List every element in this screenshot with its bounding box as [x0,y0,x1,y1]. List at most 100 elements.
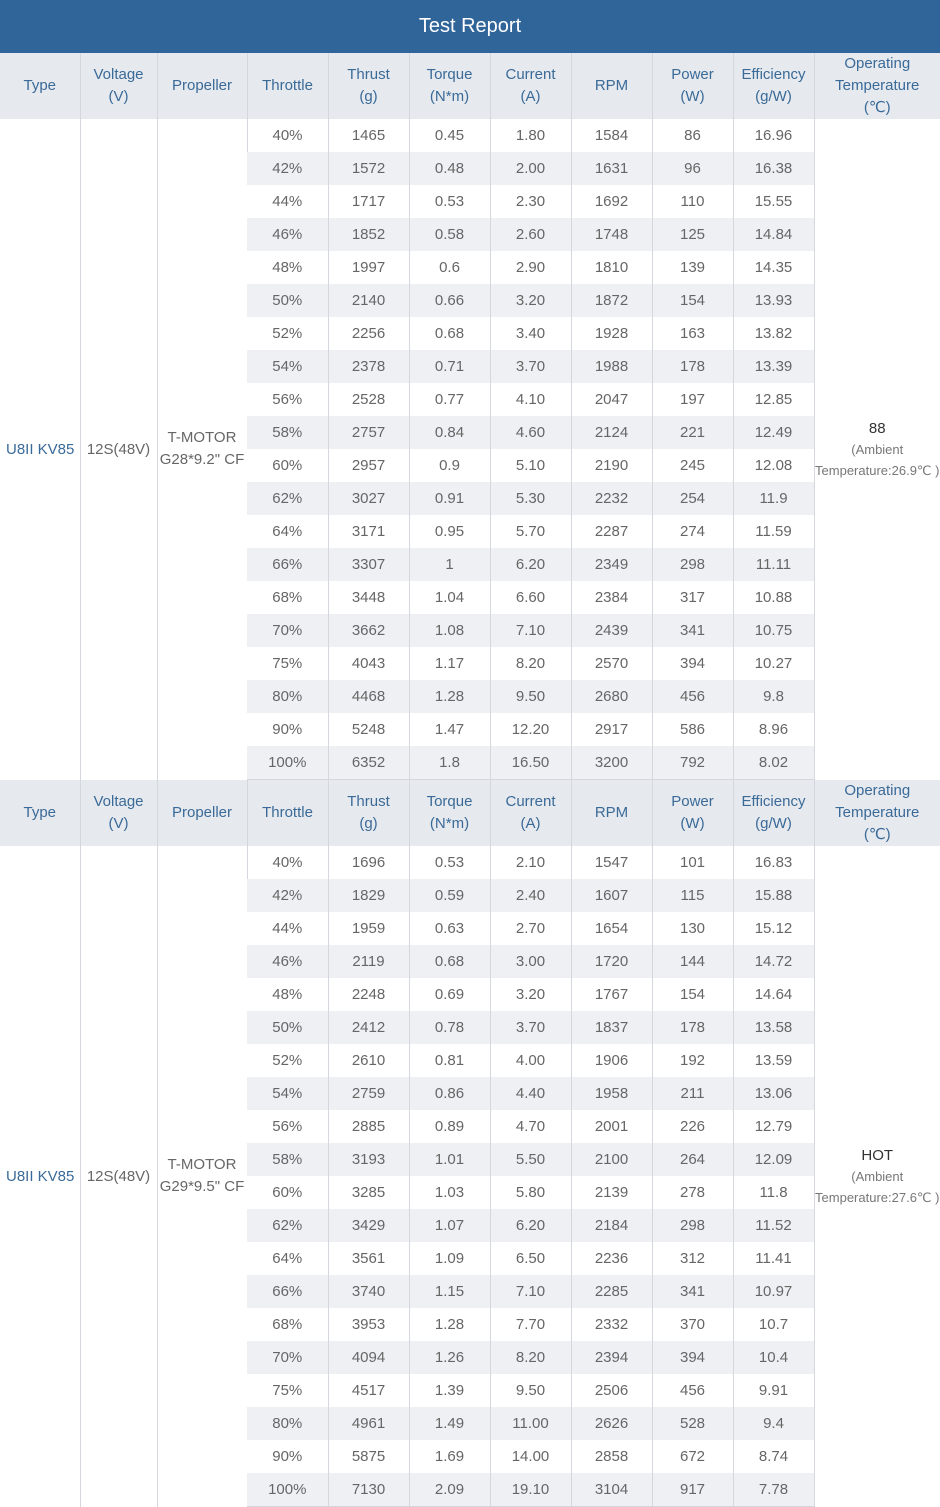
current-cell: 5.10 [490,449,571,482]
throttle-cell: 66% [247,548,328,581]
efficiency-cell: 12.08 [733,449,814,482]
current-cell: 19.10 [490,1473,571,1507]
rpm-cell: 2626 [571,1407,652,1440]
rpm-cell: 1631 [571,152,652,185]
thrust-cell: 4961 [328,1407,409,1440]
current-cell: 4.40 [490,1077,571,1110]
efficiency-cell: 11.8 [733,1176,814,1209]
rpm-cell: 2287 [571,515,652,548]
torque-cell: 1 [409,548,490,581]
torque-cell: 0.53 [409,846,490,879]
torque-cell: 1.47 [409,713,490,746]
motor-type: U8II KV85 [0,119,80,780]
torque-cell: 1.69 [409,1440,490,1473]
thrust-cell: 2610 [328,1044,409,1077]
thrust-cell: 1717 [328,185,409,218]
current-cell: 9.50 [490,680,571,713]
rpm-cell: 2680 [571,680,652,713]
thrust-cell: 3027 [328,482,409,515]
thrust-cell: 3429 [328,1209,409,1242]
power-cell: 341 [652,614,733,647]
power-cell: 917 [652,1473,733,1507]
torque-cell: 1.17 [409,647,490,680]
efficiency-cell: 7.78 [733,1473,814,1507]
efficiency-cell: 15.12 [733,912,814,945]
rpm-cell: 1988 [571,350,652,383]
throttle-cell: 62% [247,482,328,515]
rpm-cell: 2236 [571,1242,652,1275]
thrust-cell: 2759 [328,1077,409,1110]
operating-temperature: 88(Ambient Temperature:26.9℃ ) [814,119,940,780]
efficiency-cell: 8.96 [733,713,814,746]
torque-cell: 0.84 [409,416,490,449]
test-table-1: TypeVoltage(V)PropellerThrottleThrust(g)… [0,53,940,780]
power-cell: 298 [652,548,733,581]
efficiency-cell: 10.27 [733,647,814,680]
thrust-cell: 3307 [328,548,409,581]
rpm-cell: 1958 [571,1077,652,1110]
throttle-cell: 64% [247,515,328,548]
thrust-cell: 2248 [328,978,409,1011]
header-efficiency: Efficiency(g/W) [733,780,814,846]
power-cell: 274 [652,515,733,548]
power-cell: 370 [652,1308,733,1341]
current-cell: 3.00 [490,945,571,978]
table-row: U8II KV8512S(48V)T-MOTOR G28*9.2" CF40%1… [0,119,940,152]
ambient-temperature: (Ambient Temperature:27.6℃ ) [815,1166,940,1208]
thrust-cell: 3193 [328,1143,409,1176]
header-torque: Torque(N*m) [409,780,490,846]
thrust-cell: 1829 [328,879,409,912]
rpm-cell: 1767 [571,978,652,1011]
efficiency-cell: 8.02 [733,746,814,780]
rpm-cell: 2394 [571,1341,652,1374]
current-cell: 6.20 [490,548,571,581]
torque-cell: 0.69 [409,978,490,1011]
power-cell: 456 [652,680,733,713]
efficiency-cell: 16.83 [733,846,814,879]
throttle-cell: 75% [247,1374,328,1407]
torque-cell: 1.26 [409,1341,490,1374]
header-thrust: Thrust(g) [328,780,409,846]
thrust-cell: 3953 [328,1308,409,1341]
efficiency-cell: 15.88 [733,879,814,912]
header-rpm: RPM [571,780,652,846]
torque-cell: 0.58 [409,218,490,251]
operating-temperature: HOT(Ambient Temperature:27.6℃ ) [814,846,940,1507]
efficiency-cell: 11.59 [733,515,814,548]
throttle-cell: 48% [247,978,328,1011]
throttle-cell: 44% [247,912,328,945]
temperature-value: 88 [815,418,940,439]
test-table-2: TypeVoltage(V)PropellerThrottleThrust(g)… [0,780,940,1507]
efficiency-cell: 11.11 [733,548,814,581]
thrust-cell: 3448 [328,581,409,614]
rpm-cell: 1928 [571,317,652,350]
throttle-cell: 68% [247,581,328,614]
thrust-cell: 2885 [328,1110,409,1143]
thrust-cell: 4043 [328,647,409,680]
throttle-cell: 90% [247,1440,328,1473]
rpm-cell: 2858 [571,1440,652,1473]
rpm-cell: 2439 [571,614,652,647]
power-cell: 394 [652,647,733,680]
power-cell: 154 [652,284,733,317]
torque-cell: 0.68 [409,945,490,978]
throttle-cell: 80% [247,680,328,713]
efficiency-cell: 14.72 [733,945,814,978]
current-cell: 7.10 [490,1275,571,1308]
rpm-cell: 1584 [571,119,652,152]
torque-cell: 0.9 [409,449,490,482]
header-current: Current(A) [490,53,571,119]
efficiency-cell: 14.64 [733,978,814,1011]
current-cell: 5.80 [490,1176,571,1209]
thrust-cell: 2412 [328,1011,409,1044]
torque-cell: 1.8 [409,746,490,780]
thrust-cell: 1959 [328,912,409,945]
current-cell: 3.20 [490,284,571,317]
current-cell: 2.90 [490,251,571,284]
efficiency-cell: 12.09 [733,1143,814,1176]
rpm-cell: 2232 [571,482,652,515]
rpm-cell: 1810 [571,251,652,284]
current-cell: 12.20 [490,713,571,746]
torque-cell: 0.63 [409,912,490,945]
header-propeller: Propeller [157,780,247,846]
